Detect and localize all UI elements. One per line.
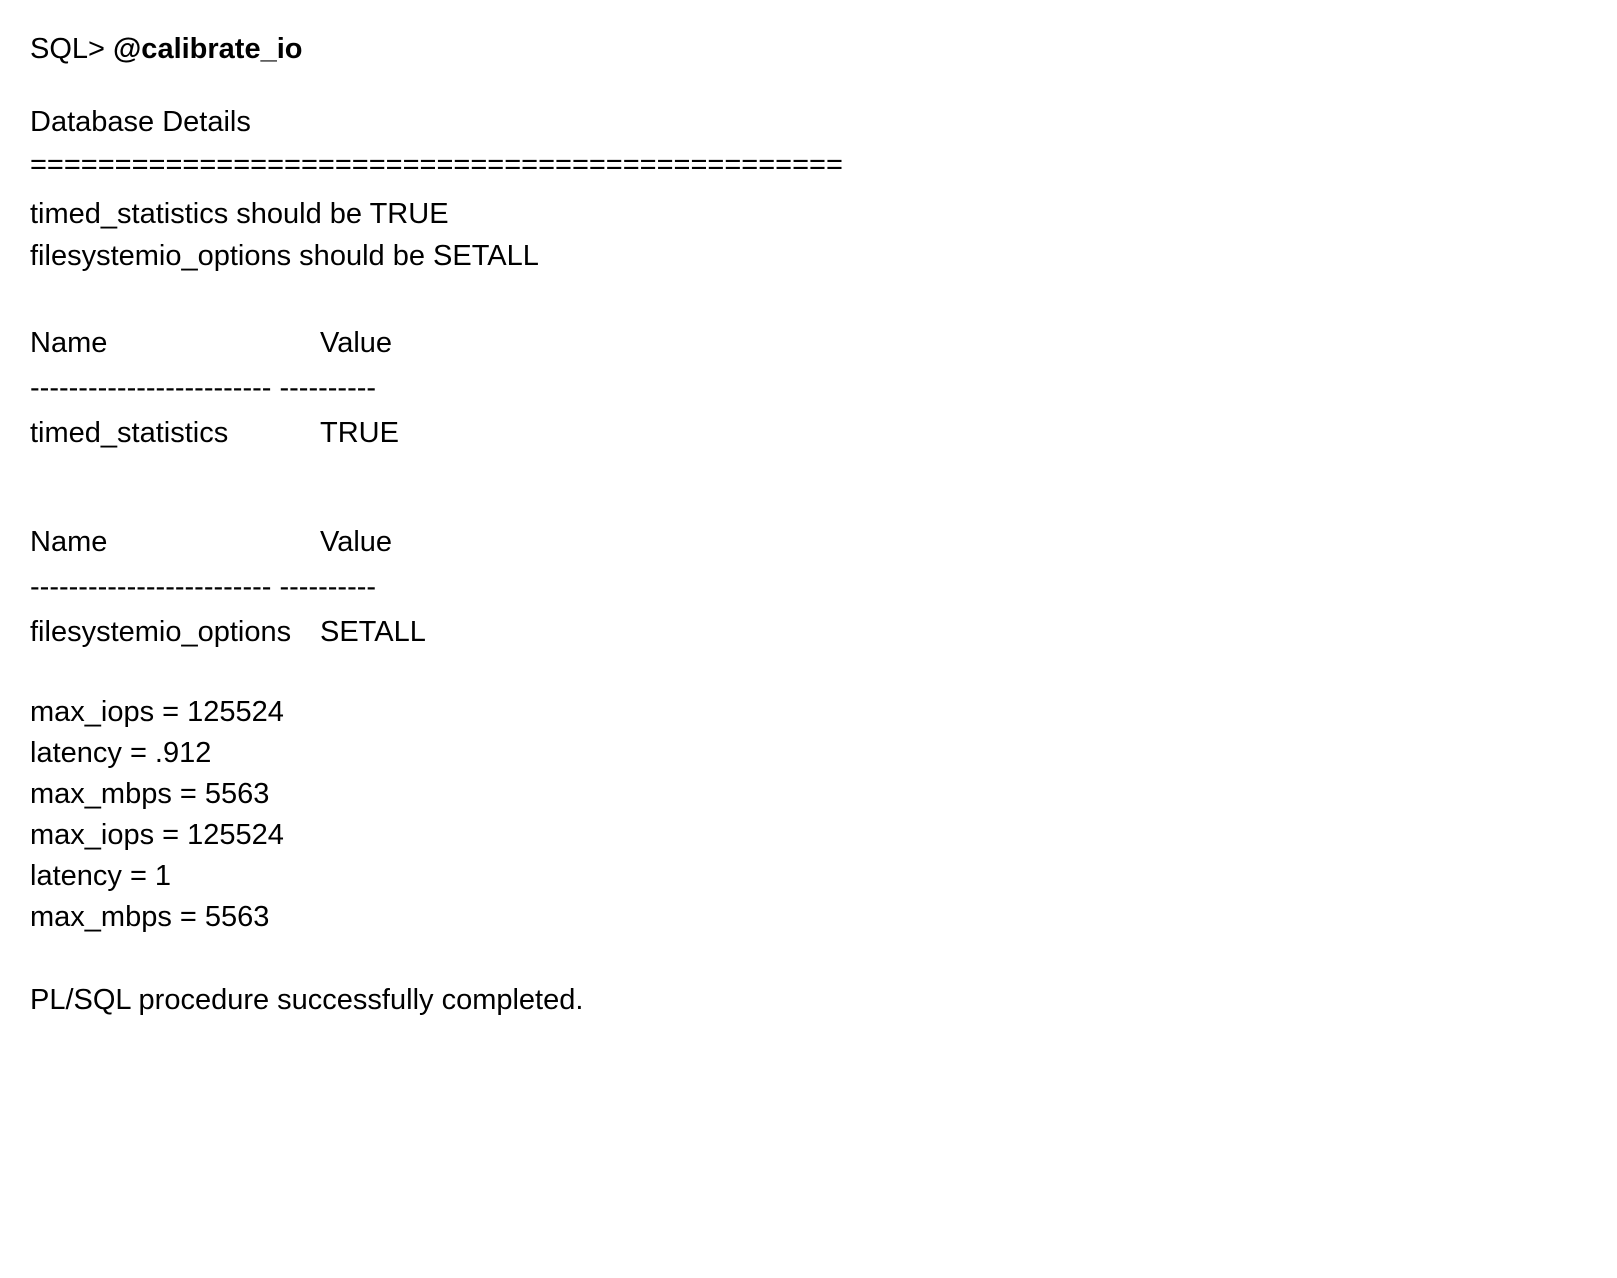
terminal-output: SQL> @calibrate_io Database Details ====… [0,0,1617,1051]
metrics-block: max_iops = 125524 latency = .912 max_mbp… [30,693,1587,938]
completion-message: PL/SQL procedure successfully completed. [30,981,1587,1020]
table2-data-row: filesystemio_options SETALL [30,613,1587,652]
metric-max-mbps-2: max_mbps = 5563 [30,898,1587,937]
requirement-line-2: filesystemio_options should be SETALL [30,237,1587,276]
table2-row-name: filesystemio_options [30,613,320,652]
table2-header-row: Name Value [30,523,1587,562]
sql-prompt: SQL> [30,33,113,65]
table1-dashes: ------------------------- ---------- [30,369,1587,408]
table2-row-value: SETALL [320,613,426,652]
table1-header-row: Name Value [30,324,1587,363]
metric-max-iops-1: max_iops = 125524 [30,693,1587,732]
metric-latency-2: latency = 1 [30,857,1587,896]
table1-data-row: timed_statistics TRUE [30,414,1587,453]
metric-max-iops-2: max_iops = 125524 [30,816,1587,855]
table1-header-name: Name [30,324,320,363]
metric-max-mbps-1: max_mbps = 5563 [30,775,1587,814]
sql-prompt-line: SQL> @calibrate_io [30,30,1587,69]
table2-dashes: ------------------------- ---------- [30,568,1587,607]
table1-row-value: TRUE [320,414,399,453]
table2-header-name: Name [30,523,320,562]
section-divider: ========================================… [30,146,1587,185]
table2-header-value: Value [320,523,392,562]
table1-row-name: timed_statistics [30,414,320,453]
section-title: Database Details [30,103,1587,142]
table1-header-value: Value [320,324,392,363]
requirement-line-1: timed_statistics should be TRUE [30,195,1587,234]
metric-latency-1: latency = .912 [30,734,1587,773]
sql-command: @calibrate_io [113,33,302,65]
